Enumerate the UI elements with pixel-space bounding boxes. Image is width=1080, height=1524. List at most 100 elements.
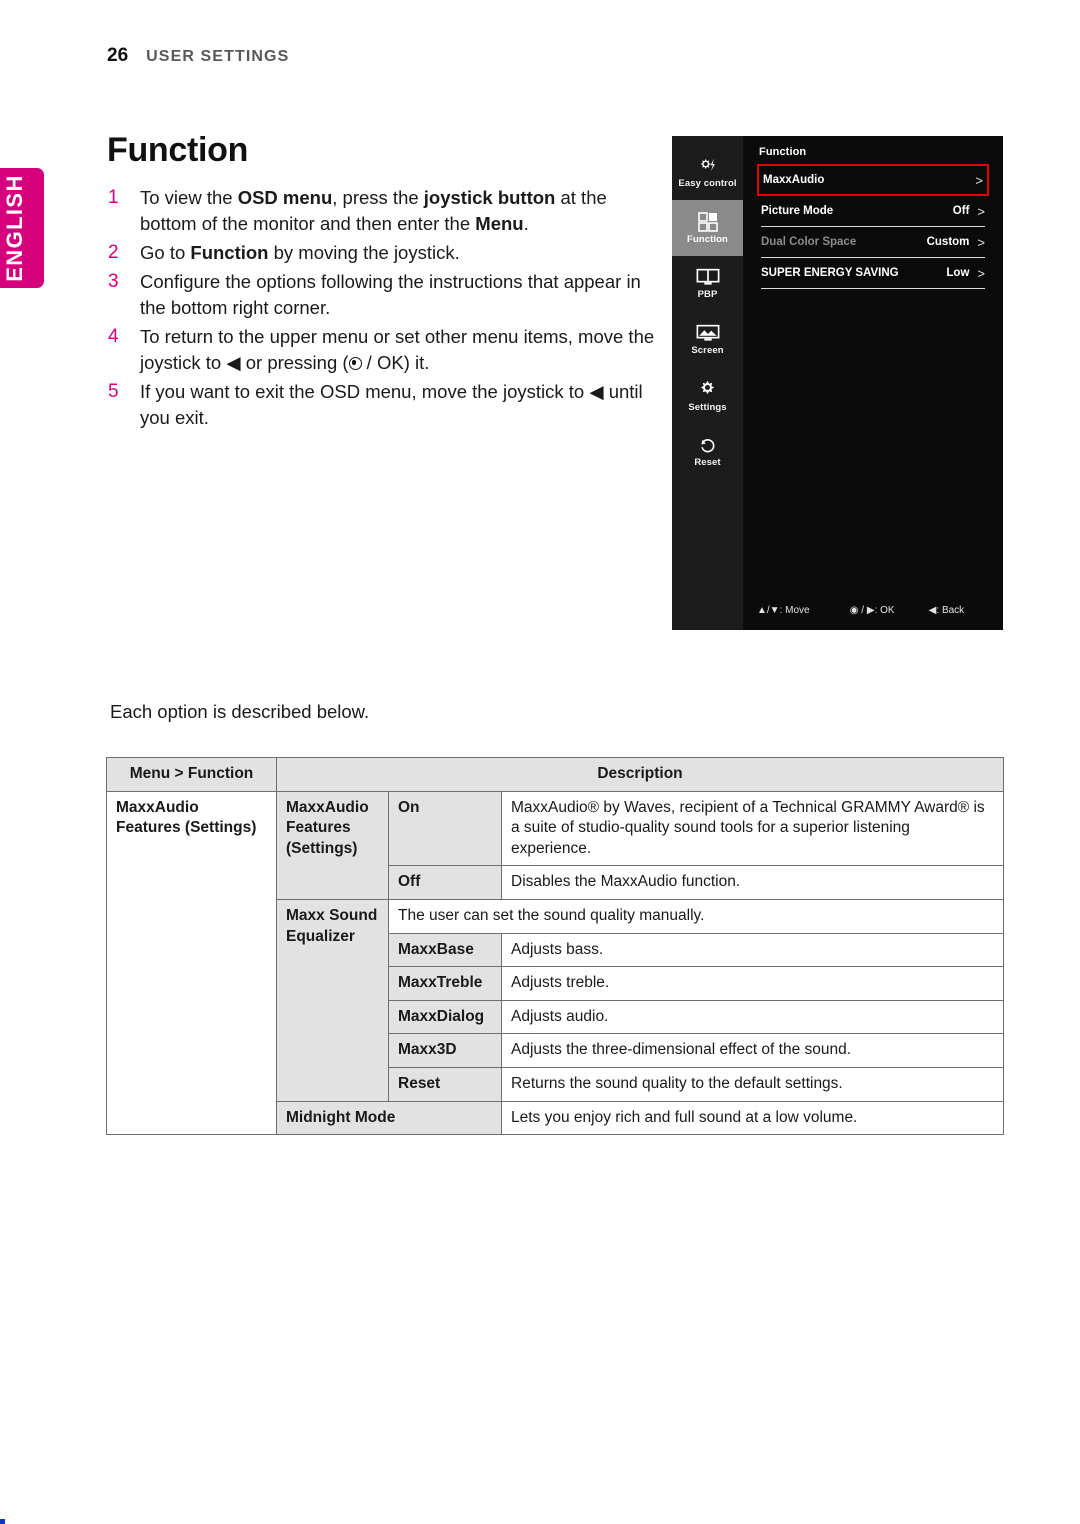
chevron-right-icon: > — [977, 265, 985, 281]
osd-item-label: Picture Mode — [761, 205, 834, 217]
page-title: Function — [107, 131, 249, 169]
osd-item-label: SUPER ENERGY SAVING — [761, 267, 899, 279]
step-text: If you want to exit the OSD menu, move t… — [140, 381, 643, 428]
picture-icon — [696, 324, 720, 343]
grid-panels-icon — [697, 211, 718, 232]
step-text: Configure the options following the inst… — [140, 271, 641, 318]
sidebar-item-screen[interactable]: Screen — [672, 312, 743, 368]
step-number: 3 — [108, 271, 119, 292]
cell-subgroup: Maxx Sound Equalizer — [276, 899, 389, 1102]
osd-item-picture-mode[interactable]: Picture Mode Off > — [757, 196, 989, 226]
hint-move: ▲/▼: Move — [757, 605, 850, 616]
step-number: 2 — [108, 242, 119, 263]
hint-action: OK — [880, 605, 895, 616]
column-header-description: Description — [276, 757, 1004, 792]
cell-subgroup: Midnight Mode — [276, 1100, 502, 1136]
step-number: 4 — [108, 326, 119, 347]
list-item: 3 Configure the options following the in… — [103, 269, 663, 321]
cell-item: MaxxDialog — [388, 999, 502, 1035]
hint-ok: ◉ / ▶: OK — [850, 605, 929, 616]
osd-item-value: Custom — [926, 236, 970, 248]
step-number: 1 — [108, 187, 119, 208]
corner-registration-mark — [0, 1519, 5, 1524]
osd-sidebar: Easy control Function PBP Screen Setting… — [672, 136, 743, 630]
list-item: 2 Go to Function by moving the joystick. — [103, 240, 663, 266]
language-tab-label: ENGLISH — [2, 174, 27, 282]
cell-group-label: MaxxAudio Features (Settings) — [106, 790, 277, 1136]
section-name: USER SETTINGS — [146, 48, 290, 65]
osd-item-dual-color-space[interactable]: Dual Color Space Custom > — [757, 227, 989, 257]
cell-description: The user can set the sound quality manua… — [388, 899, 1004, 934]
list-item: 1 To view the OSD menu, press the joysti… — [103, 185, 663, 237]
cell-description: Disables the MaxxAudio function. — [501, 865, 1004, 901]
description-table: Menu > Function Description MaxxAudio Fe… — [106, 757, 1004, 1136]
osd-navigation-hints: ▲/▼: Move ◉ / ▶: OK ◀: Back — [757, 605, 989, 616]
list-item: 5 If you want to exit the OSD menu, move… — [103, 379, 663, 431]
gear-icon — [697, 379, 718, 400]
cell-description: Returns the sound quality to the default… — [501, 1067, 1004, 1102]
hint-keys: ◉ / ▶ — [849, 605, 875, 616]
chevron-right-icon: > — [975, 172, 983, 188]
page-number: 26 — [107, 45, 129, 66]
chevron-right-icon: > — [977, 203, 985, 219]
sidebar-item-label: Reset — [694, 457, 721, 469]
osd-item-value: Low — [946, 267, 970, 279]
hint-action: Back — [941, 605, 965, 616]
sidebar-item-function[interactable]: Function — [672, 200, 743, 256]
page-header: 26 USER SETTINGS — [107, 45, 289, 67]
instruction-steps: 1 To view the OSD menu, press the joysti… — [103, 185, 663, 434]
osd-panel-title: Function — [759, 146, 807, 158]
table-row: MaxxAudio Features (Settings) MaxxAudio … — [106, 790, 1004, 1136]
list-item: 4 To return to the upper menu or set oth… — [103, 324, 663, 376]
sidebar-item-label: Screen — [691, 345, 724, 357]
sidebar-item-settings[interactable]: Settings — [672, 368, 743, 424]
osd-item-super-energy-saving[interactable]: SUPER ENERGY SAVING Low > — [757, 258, 989, 288]
hint-back: ◀: Back — [929, 605, 965, 616]
step-text: Go to Function by moving the joystick. — [140, 242, 460, 263]
divider — [761, 288, 985, 289]
hint-action: Move — [785, 605, 810, 616]
osd-item-value-group: Custom > — [927, 235, 985, 250]
table-header-row: Menu > Function Description — [106, 757, 1004, 792]
split-screen-icon — [696, 268, 720, 287]
sun-lightning-icon — [697, 156, 719, 176]
description-table-wrapper: Menu > Function Description MaxxAudio Fe… — [106, 757, 1004, 1136]
chevron-right-icon: > — [977, 234, 985, 250]
osd-item-value-group: > — [967, 173, 983, 188]
cell-description: Adjusts treble. — [501, 966, 1004, 1001]
lead-line: Each option is described below. — [110, 701, 370, 722]
sidebar-item-label: Settings — [688, 402, 727, 414]
cell-item: MaxxBase — [388, 932, 502, 968]
sidebar-item-reset[interactable]: Reset — [672, 424, 743, 480]
cell-description: MaxxAudio® by Waves, recipient of a Tech… — [501, 790, 1004, 867]
cell-subgroup: MaxxAudio Features (Settings) — [276, 790, 389, 901]
cell-item: Maxx3D — [388, 1033, 502, 1069]
step-text: To return to the upper menu or set other… — [140, 326, 655, 373]
sidebar-item-label: PBP — [697, 289, 718, 301]
osd-menu-panel: Easy control Function PBP Screen Setting… — [672, 136, 1003, 630]
cell-item: MaxxTreble — [388, 966, 502, 1001]
sidebar-item-easy-control[interactable]: Easy control — [672, 144, 743, 200]
cell-description: Adjusts audio. — [501, 999, 1004, 1035]
cell-item: Reset — [388, 1067, 502, 1102]
osd-item-label: MaxxAudio — [763, 174, 825, 186]
sidebar-item-label: Function — [687, 233, 728, 245]
osd-item-value-group: Off > — [953, 204, 985, 219]
sidebar-item-pbp[interactable]: PBP — [672, 256, 743, 312]
sidebar-item-label: Easy control — [678, 177, 737, 189]
cell-item: Off — [388, 865, 502, 901]
cell-item: On — [388, 790, 502, 867]
osd-item-value: Off — [952, 205, 970, 217]
osd-content: Function MaxxAudio > Picture Mode Off > … — [743, 136, 1003, 630]
hint-keys: ▲/▼ — [757, 605, 780, 616]
undo-arrow-icon — [698, 436, 718, 455]
osd-item-label: Dual Color Space — [761, 236, 857, 248]
osd-item-maxxaudio[interactable]: MaxxAudio > — [757, 164, 989, 196]
step-text: To view the OSD menu, press the joystick… — [140, 187, 607, 234]
language-tab: ENGLISH — [0, 168, 44, 288]
cell-description: Lets you enjoy rich and full sound at a … — [501, 1100, 1004, 1136]
step-number: 5 — [108, 381, 119, 402]
cell-description: Adjusts the three-dimensional effect of … — [501, 1033, 1004, 1069]
cell-description: Adjusts bass. — [501, 932, 1004, 968]
column-header-menu: Menu > Function — [106, 757, 277, 792]
